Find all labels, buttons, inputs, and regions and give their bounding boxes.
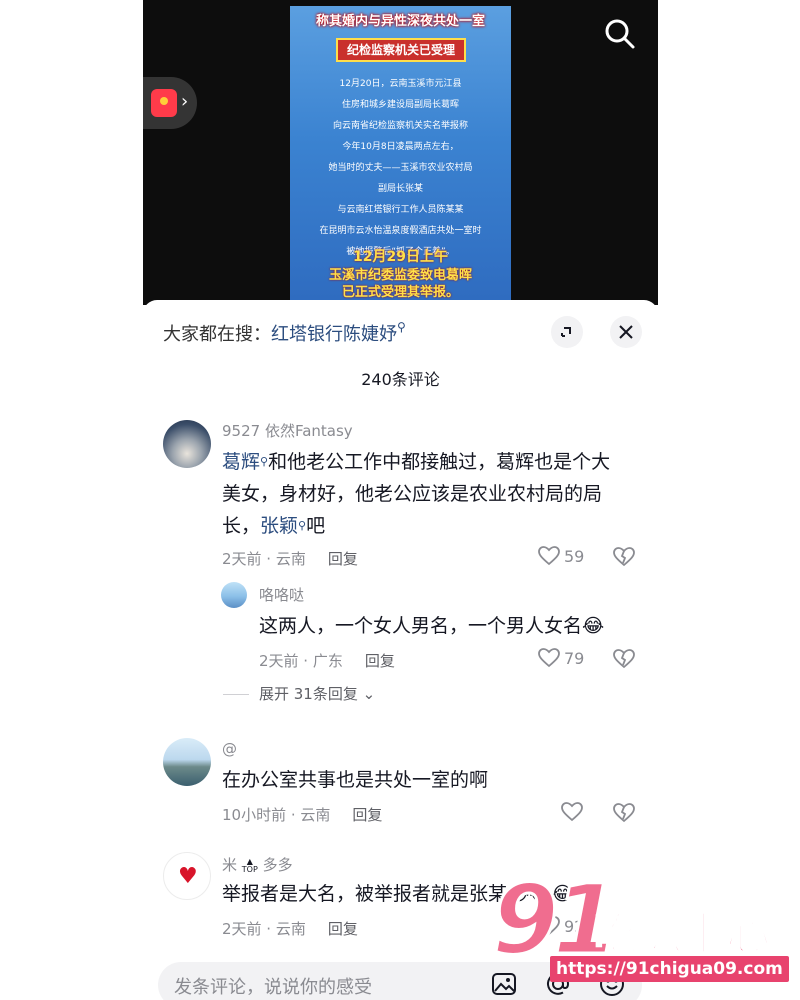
like-button[interactable]: 59 <box>538 546 584 566</box>
dislike-button[interactable] <box>613 648 635 670</box>
top-badge: ▲ TOP <box>241 856 258 874</box>
poster-line: 副局长张某 <box>377 184 423 194</box>
reply-button[interactable]: 回复 <box>365 652 395 670</box>
hot-search-term[interactable]: 红塔银行陈婕妤 <box>271 324 397 345</box>
comment-meta: 2天前 · 广东 回复 <box>259 652 395 670</box>
hot-search-prefix: 大家都在搜： <box>163 324 271 345</box>
reply-button[interactable]: 回复 <box>328 550 358 568</box>
chevron-down-icon: ⌄ <box>357 685 376 703</box>
avatar[interactable] <box>163 738 211 786</box>
poster-line: 住房和城乡建设局副局长葛晖 <box>341 100 459 110</box>
video-poster: 称其婚内与异性深夜共处一室 纪检监察机关已受理 12月20日，云南玉溪市元江县 … <box>290 6 511 300</box>
comment-input-placeholder[interactable]: 发条评论，说说你的感受 <box>174 973 372 999</box>
poster-line: 与云南红塔银行工作人员陈某某 <box>337 205 464 215</box>
mention-link[interactable]: 葛辉 <box>222 451 260 473</box>
comment-meta: 2天前 · 云南 回复 <box>222 550 358 568</box>
like-count: 59 <box>564 546 585 566</box>
heart-outline-icon <box>538 648 560 668</box>
poster-line: 今年10月8日凌晨两点左右， <box>342 142 459 152</box>
comment-meta: 10小时前 · 云南 回复 <box>222 806 383 824</box>
comment-meta: 2天前 · 云南 回复 <box>222 920 358 938</box>
dislike-button[interactable] <box>613 802 635 824</box>
dislike-icon <box>613 803 635 823</box>
poster-title: 称其婚内与异性深夜共处一室 <box>315 14 485 29</box>
reply-button[interactable]: 回复 <box>328 920 358 938</box>
divider-line <box>223 694 249 695</box>
avatar[interactable]: ♥ <box>163 852 211 900</box>
poster-line: 她当时的丈夫——玉溪市农业农村局 <box>328 163 473 173</box>
comment-count: 240条评论 <box>361 370 440 389</box>
dislike-button[interactable] <box>613 546 635 568</box>
heart-outline-icon <box>538 546 560 566</box>
search-small-icon: ⚲ <box>260 455 269 468</box>
like-button[interactable]: 79 <box>538 648 584 668</box>
watermark-url: https://91chigua09.com <box>550 956 789 982</box>
comment-username[interactable]: 9527 依然Fantasy <box>222 420 353 441</box>
hot-search-bar[interactable]: 大家都在搜：红塔银行陈婕妤⚲ <box>163 320 406 346</box>
reply-button[interactable]: 回复 <box>352 806 382 824</box>
comment-text: 这两人，一个女人男名，一个男人女名😂 <box>259 615 605 637</box>
poster-highlight: 已正式受理其举报。 <box>341 285 459 300</box>
comment-text: 在办公室共事也是共处一室的啊 <box>222 769 489 791</box>
red-packet-button[interactable]: › <box>143 77 197 129</box>
poster-line: 12月20日，云南玉溪市元江县 <box>339 79 462 89</box>
search-small-icon: ⚲ <box>397 320 406 334</box>
poster-line: 向云南省纪检监察机关实名举报称 <box>332 121 468 131</box>
avatar[interactable] <box>163 420 211 468</box>
comment-username[interactable]: 咯咯哒 <box>259 584 304 605</box>
like-count: 79 <box>564 648 585 668</box>
dislike-icon <box>613 649 635 669</box>
poster-line: 在昆明市云水怡温泉度假酒店共处一室时 <box>319 226 482 236</box>
comment-username[interactable]: 米 ▲ TOP 多多 <box>222 854 293 875</box>
watermark: 91 吃瓜中心 https://91chigua09.com <box>491 871 792 992</box>
heart-avatar-icon: ♥ <box>178 864 198 889</box>
expand-replies-button[interactable]: 展开 31条回复 ⌄ <box>223 683 375 704</box>
poster-highlight: 12月29日上午 <box>353 249 448 265</box>
comment-text: 葛辉⚲和他老公工作中都接触过，葛辉也是个大 美女，身材好，他老公应该是农业农村局… <box>222 451 611 537</box>
dislike-icon <box>613 547 635 567</box>
laughing-crying-emoji: 😂 <box>582 615 605 637</box>
chevron-right-icon: › <box>181 91 189 112</box>
search-icon <box>605 19 635 49</box>
like-button[interactable] <box>561 802 583 822</box>
comment-username[interactable]: @ <box>222 740 237 758</box>
video-player[interactable]: 称其婚内与异性深夜共处一室 纪检监察机关已受理 12月20日，云南玉溪市元江县 … <box>143 0 658 305</box>
poster-subtitle: 纪检监察机关已受理 <box>336 38 466 62</box>
search-small-icon: ⚲ <box>298 519 307 532</box>
avatar[interactable] <box>221 582 247 608</box>
expand-sheet-button[interactable] <box>551 316 583 348</box>
close-sheet-button[interactable] <box>610 316 642 348</box>
watermark-text: 吃瓜中心 <box>593 908 771 961</box>
search-button[interactable] <box>600 14 640 54</box>
red-packet-icon <box>151 89 177 117</box>
expand-icon <box>561 327 571 337</box>
close-icon <box>619 325 633 339</box>
heart-outline-icon <box>561 802 583 822</box>
mention-link[interactable]: 张颖 <box>260 515 298 537</box>
